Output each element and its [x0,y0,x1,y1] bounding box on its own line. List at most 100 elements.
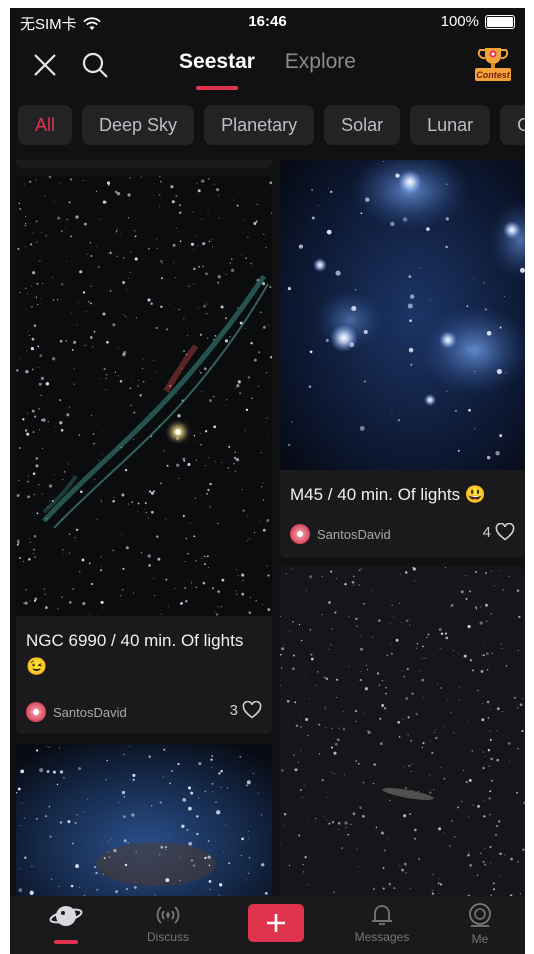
chip-deep-sky[interactable]: Deep Sky [82,105,195,145]
star [40,298,42,300]
star [284,825,286,827]
tab-discuss[interactable]: Discuss [128,902,208,944]
star [90,254,93,258]
tab-messages[interactable]: Messages [342,902,422,944]
star [23,561,25,562]
chip-all[interactable]: All [18,105,73,145]
post-image-galaxy-field[interactable] [280,566,525,896]
star [404,571,408,574]
create-post-button[interactable] [248,904,304,942]
star [405,787,407,789]
star [102,312,106,316]
star [328,822,331,825]
star [493,758,495,760]
star [134,886,137,889]
star [122,281,126,284]
star [381,704,385,707]
tab-me[interactable]: Me [440,902,520,946]
star [176,463,180,467]
tab-home[interactable] [26,902,106,932]
star [23,817,25,819]
tab-explore[interactable]: Explore [285,50,356,74]
star [35,457,39,460]
star [40,376,44,380]
star [159,801,162,804]
post-image-blue-nebula[interactable] [16,744,272,896]
star [47,420,50,423]
post-card-starfield[interactable] [280,566,525,896]
star [89,614,91,615]
star [46,770,50,773]
post-card-nebula[interactable] [16,744,272,896]
star [169,782,171,785]
star [307,884,309,886]
star [134,257,138,261]
tab-seestar[interactable]: Seestar [179,50,255,90]
star [35,296,38,298]
star [469,659,472,662]
star [202,242,206,246]
star [18,888,23,892]
star [488,765,490,767]
star [424,657,426,659]
star [207,178,210,180]
star [178,856,180,858]
star [519,703,523,707]
star [105,201,108,203]
post-image-pleiades[interactable] [280,160,525,470]
star [100,556,102,558]
star [496,824,499,828]
star [34,415,37,418]
star [477,690,479,692]
star [331,628,333,630]
star [485,620,488,623]
star [468,590,472,593]
star [245,257,247,260]
star [465,781,468,784]
star [27,475,29,477]
chip-lunar[interactable]: Lunar [410,105,491,145]
post-author[interactable]: SantosDavid [26,702,127,722]
star [300,726,302,728]
star [229,262,232,264]
star [426,636,428,639]
like-button[interactable]: 3 [230,701,262,719]
star [450,604,454,607]
star [51,819,53,821]
star [69,178,73,181]
star [457,806,459,809]
star [378,684,381,687]
star [129,272,131,274]
chip-solar[interactable]: Solar [324,105,401,145]
chip-more[interactable]: O [500,105,525,145]
star [205,492,209,495]
post-author[interactable]: SantosDavid [290,524,391,544]
star [166,464,169,467]
post-card-ngc6990[interactable]: NGC 6990 / 40 min. Of lights 😉 SantosDav… [16,176,272,734]
star [280,653,282,656]
star [233,199,235,201]
star [445,217,449,221]
star [175,194,178,197]
like-button[interactable]: 4 [483,523,515,541]
star [135,317,138,319]
chip-planetary[interactable]: Planetary [204,105,315,145]
star [34,296,35,298]
star [363,602,366,605]
star [260,486,263,488]
star [300,749,302,751]
star [81,558,85,562]
star [469,864,472,867]
star [27,331,29,333]
contest-trophy-icon[interactable]: Contest [473,44,513,86]
star [321,779,324,782]
star [482,861,485,863]
star [218,194,219,196]
star [30,223,32,224]
post-image-veil-nebula[interactable] [16,176,272,616]
star [311,216,315,220]
star [27,480,30,483]
post-card-m45[interactable]: M45 / 40 min. Of lights 😃 SantosDavid 4 [280,160,525,558]
star [256,203,258,206]
star [227,467,230,469]
